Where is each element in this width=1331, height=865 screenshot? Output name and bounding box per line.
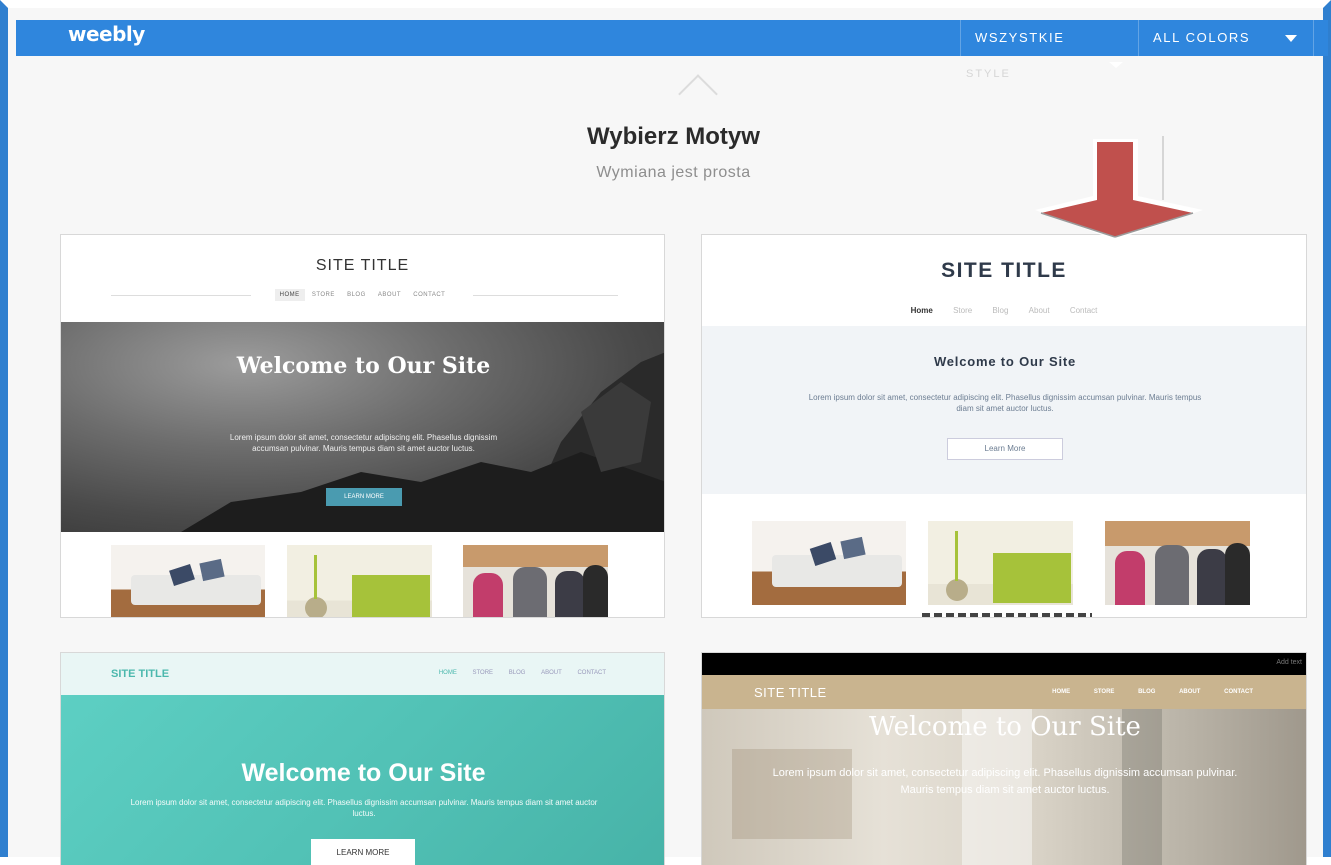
theme-nav-item: STORE <box>1093 689 1115 695</box>
sofa-thumbnail <box>111 545 265 617</box>
theme-card[interactable]: SITE TITLE Home Store Blog About Contact… <box>701 234 1307 618</box>
theme-nav-item: Blog <box>992 306 1009 315</box>
theme-hero-image: Welcome to Our Site Lorem ipsum dolor si… <box>702 709 1306 865</box>
headline-text: Welcome to Our Site <box>236 353 491 379</box>
caret-down-icon <box>1109 62 1123 68</box>
add-text-link: Add text <box>1276 659 1302 666</box>
theme-learn-more-button: LEARN MORE <box>326 488 402 506</box>
theme-nav: HOME STORE BLOG ABOUT CONTACT <box>425 670 606 676</box>
theme-nav-item: STORE <box>472 670 494 676</box>
theme-learn-more-button: Learn More <box>947 438 1063 460</box>
theme-nav-item: BLOG <box>347 292 366 298</box>
theme-nav-item: CONTACT <box>413 292 446 298</box>
style-filter-dropdown[interactable]: WSZYSTKIE <box>960 20 1138 56</box>
color-filter-dropdown[interactable]: ALL COLORS <box>1138 20 1314 56</box>
cropped-text-decoration <box>922 613 1092 617</box>
theme-headline: Welcome to Our Site <box>869 712 1141 742</box>
theme-nav: HOME STORE BLOG ABOUT CONTACT <box>1030 689 1253 695</box>
theme-card[interactable]: SITE TITLE HOME STORE BLOG ABOUT CONTACT… <box>60 652 665 865</box>
annotation-arrow-icon <box>1035 136 1203 240</box>
theme-card[interactable]: SITE TITLE HOME STORE BLOG ABOUT CONTACT… <box>60 234 665 618</box>
theme-nav-item: HOME <box>274 289 305 301</box>
theme-nav-item: Contact <box>1069 306 1098 315</box>
theme-site-title: SITE TITLE <box>315 257 410 274</box>
theme-nav-item: STORE <box>311 292 335 298</box>
people-thumbnail <box>1105 521 1250 605</box>
theme-nav-item: ABOUT <box>1179 689 1201 695</box>
theme-body-text: Lorem ipsum dolor sit amet, consectetur … <box>130 798 598 818</box>
style-filter-label: WSZYSTKIE <box>975 30 1065 45</box>
theme-nav: HOME STORE BLOG ABOUT CONTACT <box>61 289 664 301</box>
chevron-up-icon[interactable] <box>678 74 718 114</box>
weebly-logo[interactable]: weebly <box>68 22 145 46</box>
theme-picker-window: weebly WSZYSTKIE ALL COLORS STYLE Wybier… <box>0 0 1331 865</box>
theme-nav-item: About <box>1028 306 1050 315</box>
theme-nav-item: BLOG <box>508 670 526 676</box>
chair-thumbnail <box>287 545 432 617</box>
theme-headline: Welcome to Our Site <box>61 352 664 380</box>
theme-nav-item: Store <box>953 306 973 315</box>
theme-hero: Welcome to Our Site Lorem ipsum dolor si… <box>702 326 1306 494</box>
theme-nav-item: HOME <box>1052 689 1071 695</box>
theme-top-strip: Add text <box>702 653 1306 675</box>
theme-nav-item: BLOG <box>1138 689 1156 695</box>
theme-headline: Welcome to Our Site <box>241 759 486 787</box>
theme-body-text: Lorem ipsum dolor sit amet, consectetur … <box>772 767 1238 796</box>
top-bar: weebly WSZYSTKIE ALL COLORS <box>16 20 1328 68</box>
theme-site-title: SITE TITLE <box>754 685 827 700</box>
people-thumbnail <box>463 545 608 617</box>
style-filter-label-wrap: STYLE <box>966 68 1011 80</box>
theme-body-text: Lorem ipsum dolor sit amet, consectetur … <box>229 433 498 453</box>
theme-hero-image: Welcome to Our Site Lorem ipsum dolor si… <box>61 322 664 532</box>
theme-body-text: Lorem ipsum dolor sit amet, consectetur … <box>808 393 1202 413</box>
theme-nav-item: CONTACT <box>1224 689 1253 695</box>
theme-headline: Welcome to Our Site <box>933 354 1077 369</box>
theme-nav-item: ABOUT <box>377 292 402 298</box>
theme-nav-item: CONTACT <box>577 670 606 676</box>
sofa-thumbnail <box>752 521 906 605</box>
chevron-down-icon <box>1285 35 1297 42</box>
theme-learn-more-button: LEARN MORE <box>311 839 415 865</box>
chair-thumbnail <box>928 521 1073 605</box>
theme-site-title: SITE TITLE <box>941 259 1067 282</box>
color-filter-label: ALL COLORS <box>1153 30 1251 45</box>
theme-card[interactable]: Add text SITE TITLE HOME STORE BLOG ABOU… <box>701 652 1307 865</box>
theme-hero: Welcome to Our Site Lorem ipsum dolor si… <box>61 695 664 865</box>
theme-nav-item: HOME <box>438 670 457 676</box>
theme-nav-item: ABOUT <box>541 670 562 676</box>
theme-nav: Home Store Blog About Contact <box>702 306 1306 315</box>
theme-header: SITE TITLE HOME STORE BLOG ABOUT CONTACT <box>61 653 664 695</box>
theme-site-title: SITE TITLE <box>111 668 170 680</box>
theme-nav-item: Home <box>910 306 933 315</box>
theme-header: SITE TITLE HOME STORE BLOG ABOUT CONTACT <box>702 675 1306 709</box>
